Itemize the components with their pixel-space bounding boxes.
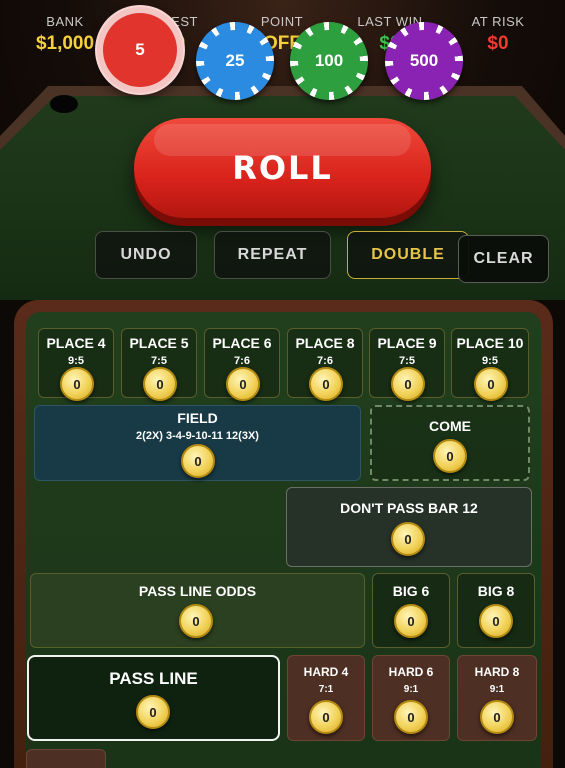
chip-5[interactable]: 5: [97, 7, 183, 93]
chip-25[interactable]: 25: [196, 22, 274, 100]
field-chip: 0: [181, 444, 215, 478]
chip-500[interactable]: 500: [385, 22, 463, 100]
chip-500-label: 500: [409, 51, 439, 70]
big-8-chip: 0: [479, 604, 513, 638]
place-10-bet[interactable]: PLACE 10 9:5 0: [451, 328, 529, 401]
big-6-label: BIG 6: [392, 583, 430, 599]
repeat-button[interactable]: REPEAT: [214, 231, 331, 279]
hard-6-bet[interactable]: HARD 6 9:1 0: [372, 655, 450, 741]
place-9-label: PLACE 9: [377, 335, 437, 351]
clear-button[interactable]: CLEAR: [458, 235, 549, 283]
place-5-chip: 0: [143, 367, 177, 401]
pass-line-bet[interactable]: PASS LINE 0: [27, 655, 280, 741]
pass-line-chip: 0: [136, 695, 170, 729]
stat-at-risk-label: AT RISK: [471, 14, 525, 29]
place-5-label: PLACE 5: [129, 335, 189, 351]
come-bet[interactable]: COME 0: [370, 405, 530, 481]
field-desc: 2(2X) 3-4-9-10-11 12(3X): [136, 430, 259, 442]
chip-100-label: 100: [314, 51, 344, 70]
place-4-chip: 0: [60, 367, 94, 401]
stat-at-risk-value: $0: [487, 33, 509, 54]
come-label: COME: [429, 418, 471, 434]
hard-6-odds: 9:1: [403, 684, 419, 695]
field-label: FIELD: [177, 410, 218, 426]
hard-8-chip: 0: [480, 700, 514, 734]
dont-pass-bet[interactable]: DON'T PASS BAR 12 0: [286, 487, 532, 567]
place-8-bet[interactable]: PLACE 8 7:6 0: [287, 328, 363, 401]
chip-100[interactable]: 100: [290, 22, 368, 100]
hard-8-bet[interactable]: HARD 8 9:1 0: [457, 655, 537, 741]
place-5-bet[interactable]: PLACE 5 7:5 0: [121, 328, 197, 401]
place-9-bet[interactable]: PLACE 9 7:5 0: [369, 328, 445, 401]
place-6-odds: 7:6: [234, 355, 250, 367]
dont-pass-chip: 0: [391, 522, 425, 556]
undo-button[interactable]: UNDO: [95, 231, 197, 279]
hard-6-label: HARD 6: [388, 665, 434, 679]
stat-at-risk: AT RISK $0: [453, 14, 543, 55]
hard-4-label: HARD 4: [303, 665, 349, 679]
pass-line-odds-chip: 0: [179, 604, 213, 638]
big-8-bet[interactable]: BIG 8 0: [457, 573, 535, 648]
place-9-odds: 7:5: [399, 355, 415, 367]
undo-button-label: UNDO: [120, 246, 172, 263]
place-8-odds: 7:6: [317, 355, 333, 367]
pass-line-odds-bet[interactable]: PASS LINE ODDS 0: [30, 573, 365, 648]
repeat-button-label: REPEAT: [237, 246, 308, 263]
pass-line-odds-label: PASS LINE ODDS: [138, 583, 257, 599]
hard-10-bet-partial[interactable]: [26, 749, 106, 768]
come-chip: 0: [433, 439, 467, 473]
hard-6-chip: 0: [394, 700, 428, 734]
place-6-chip: 0: [226, 367, 260, 401]
table-pocket: [50, 95, 78, 113]
chip-25-label: 25: [225, 51, 245, 70]
double-button[interactable]: DOUBLE: [347, 231, 469, 279]
place-9-chip: 0: [391, 367, 425, 401]
place-8-label: PLACE 8: [295, 335, 355, 351]
place-6-label: PLACE 6: [212, 335, 272, 351]
place-6-bet[interactable]: PLACE 6 7:6 0: [204, 328, 280, 401]
place-10-chip: 0: [474, 367, 508, 401]
big-8-label: BIG 8: [477, 583, 515, 599]
place-5-odds: 7:5: [151, 355, 167, 367]
stat-bank-label: BANK: [46, 14, 84, 29]
pass-line-label: PASS LINE: [109, 669, 198, 688]
place-4-odds: 9:5: [68, 355, 84, 367]
hard-8-odds: 9:1: [489, 684, 505, 695]
hard-4-odds: 7:1: [318, 684, 334, 695]
hard-8-label: HARD 8: [474, 665, 520, 679]
clear-button-label: CLEAR: [473, 250, 534, 267]
place-10-odds: 9:5: [482, 355, 498, 367]
field-bet[interactable]: FIELD 2(2X) 3-4-9-10-11 12(3X) 0: [34, 405, 361, 481]
place-4-label: PLACE 4: [46, 335, 106, 351]
roll-button-label: ROLL: [232, 149, 333, 187]
place-10-label: PLACE 10: [456, 335, 524, 351]
roll-button[interactable]: ROLL: [134, 118, 431, 218]
hard-4-bet[interactable]: HARD 4 7:1 0: [287, 655, 365, 741]
dont-pass-label: DON'T PASS BAR 12: [340, 500, 478, 516]
place-8-chip: 0: [309, 367, 343, 401]
big-6-chip: 0: [394, 604, 428, 638]
hard-4-chip: 0: [309, 700, 343, 734]
double-button-label: DOUBLE: [371, 246, 445, 263]
big-6-bet[interactable]: BIG 6 0: [372, 573, 450, 648]
chip-5-label: 5: [135, 40, 145, 59]
place-4-bet[interactable]: PLACE 4 9:5 0: [38, 328, 114, 401]
